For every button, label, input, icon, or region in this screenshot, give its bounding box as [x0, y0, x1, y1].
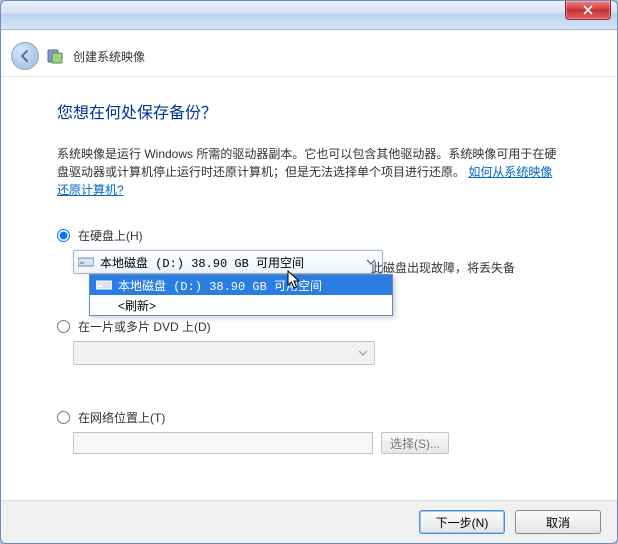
hard-disk-icon: [78, 256, 94, 268]
page-heading: 您想在何处保存备份？: [57, 99, 561, 123]
dropdown-item-label: 本地磁盘 (D:) 38.90 GB 可用空间: [118, 277, 322, 294]
hard-disk-combo[interactable]: 本地磁盘 (D:) 38.90 GB 可用空间 本地磁盘 (D:) 38.90 …: [73, 250, 383, 274]
hard-disk-dropdown-list: 本地磁盘 (D:) 38.90 GB 可用空间 <刷新>: [89, 274, 393, 316]
radio-network-input[interactable]: [57, 411, 70, 424]
network-path-input[interactable]: [73, 432, 373, 454]
window-title: 创建系统映像: [73, 48, 145, 65]
radio-hard-disk[interactable]: 在硬盘上(H): [57, 227, 561, 244]
app-icon: [47, 47, 65, 65]
radio-dvd[interactable]: 在一片或多片 DVD 上(D): [57, 318, 561, 335]
dropdown-item-disk[interactable]: 本地磁盘 (D:) 38.90 GB 可用空间: [90, 275, 392, 295]
radio-dvd-label: 在一片或多片 DVD 上(D): [78, 318, 211, 335]
radio-network[interactable]: 在网络位置上(T): [57, 409, 561, 426]
content-area: 您想在何处保存备份？ 系统映像是运行 Windows 所需的驱动器副本。它也可以…: [1, 77, 617, 500]
dropdown-item-refresh[interactable]: <刷新>: [90, 295, 392, 315]
chevron-down-icon: [354, 344, 372, 362]
dialog-window: 创建系统映像 您想在何处保存备份？ 系统映像是运行 Windows 所需的驱动器…: [0, 0, 618, 544]
page-description: 系统映像是运行 Windows 所需的驱动器副本。它也可以包含其他驱动器。系统映…: [57, 145, 561, 199]
dvd-combo[interactable]: [73, 341, 375, 365]
radio-hard-disk-label: 在硬盘上(H): [78, 227, 143, 244]
dialog-footer: 下一步(N) 取消: [1, 500, 617, 543]
browse-button[interactable]: 选择(S)...: [381, 432, 449, 454]
close-button[interactable]: [565, 1, 611, 20]
option-network: 在网络位置上(T) 选择(S)...: [57, 409, 561, 454]
option-dvd: 在一片或多片 DVD 上(D): [57, 318, 561, 365]
header-row: 创建系统映像: [1, 30, 617, 77]
back-button[interactable]: [11, 42, 39, 70]
radio-network-label: 在网络位置上(T): [78, 409, 165, 426]
cancel-button[interactable]: 取消: [515, 510, 601, 534]
hard-disk-icon: [96, 279, 112, 291]
titlebar: [1, 1, 617, 30]
next-button[interactable]: 下一步(N): [419, 510, 505, 534]
arrow-left-icon: [18, 49, 32, 63]
radio-hard-disk-input[interactable]: [57, 229, 70, 242]
close-icon: [583, 5, 593, 15]
radio-dvd-input[interactable]: [57, 320, 70, 333]
hard-disk-selected-value: 本地磁盘 (D:) 38.90 GB 可用空间: [100, 254, 304, 271]
dropdown-refresh-label: <刷新>: [118, 297, 156, 314]
